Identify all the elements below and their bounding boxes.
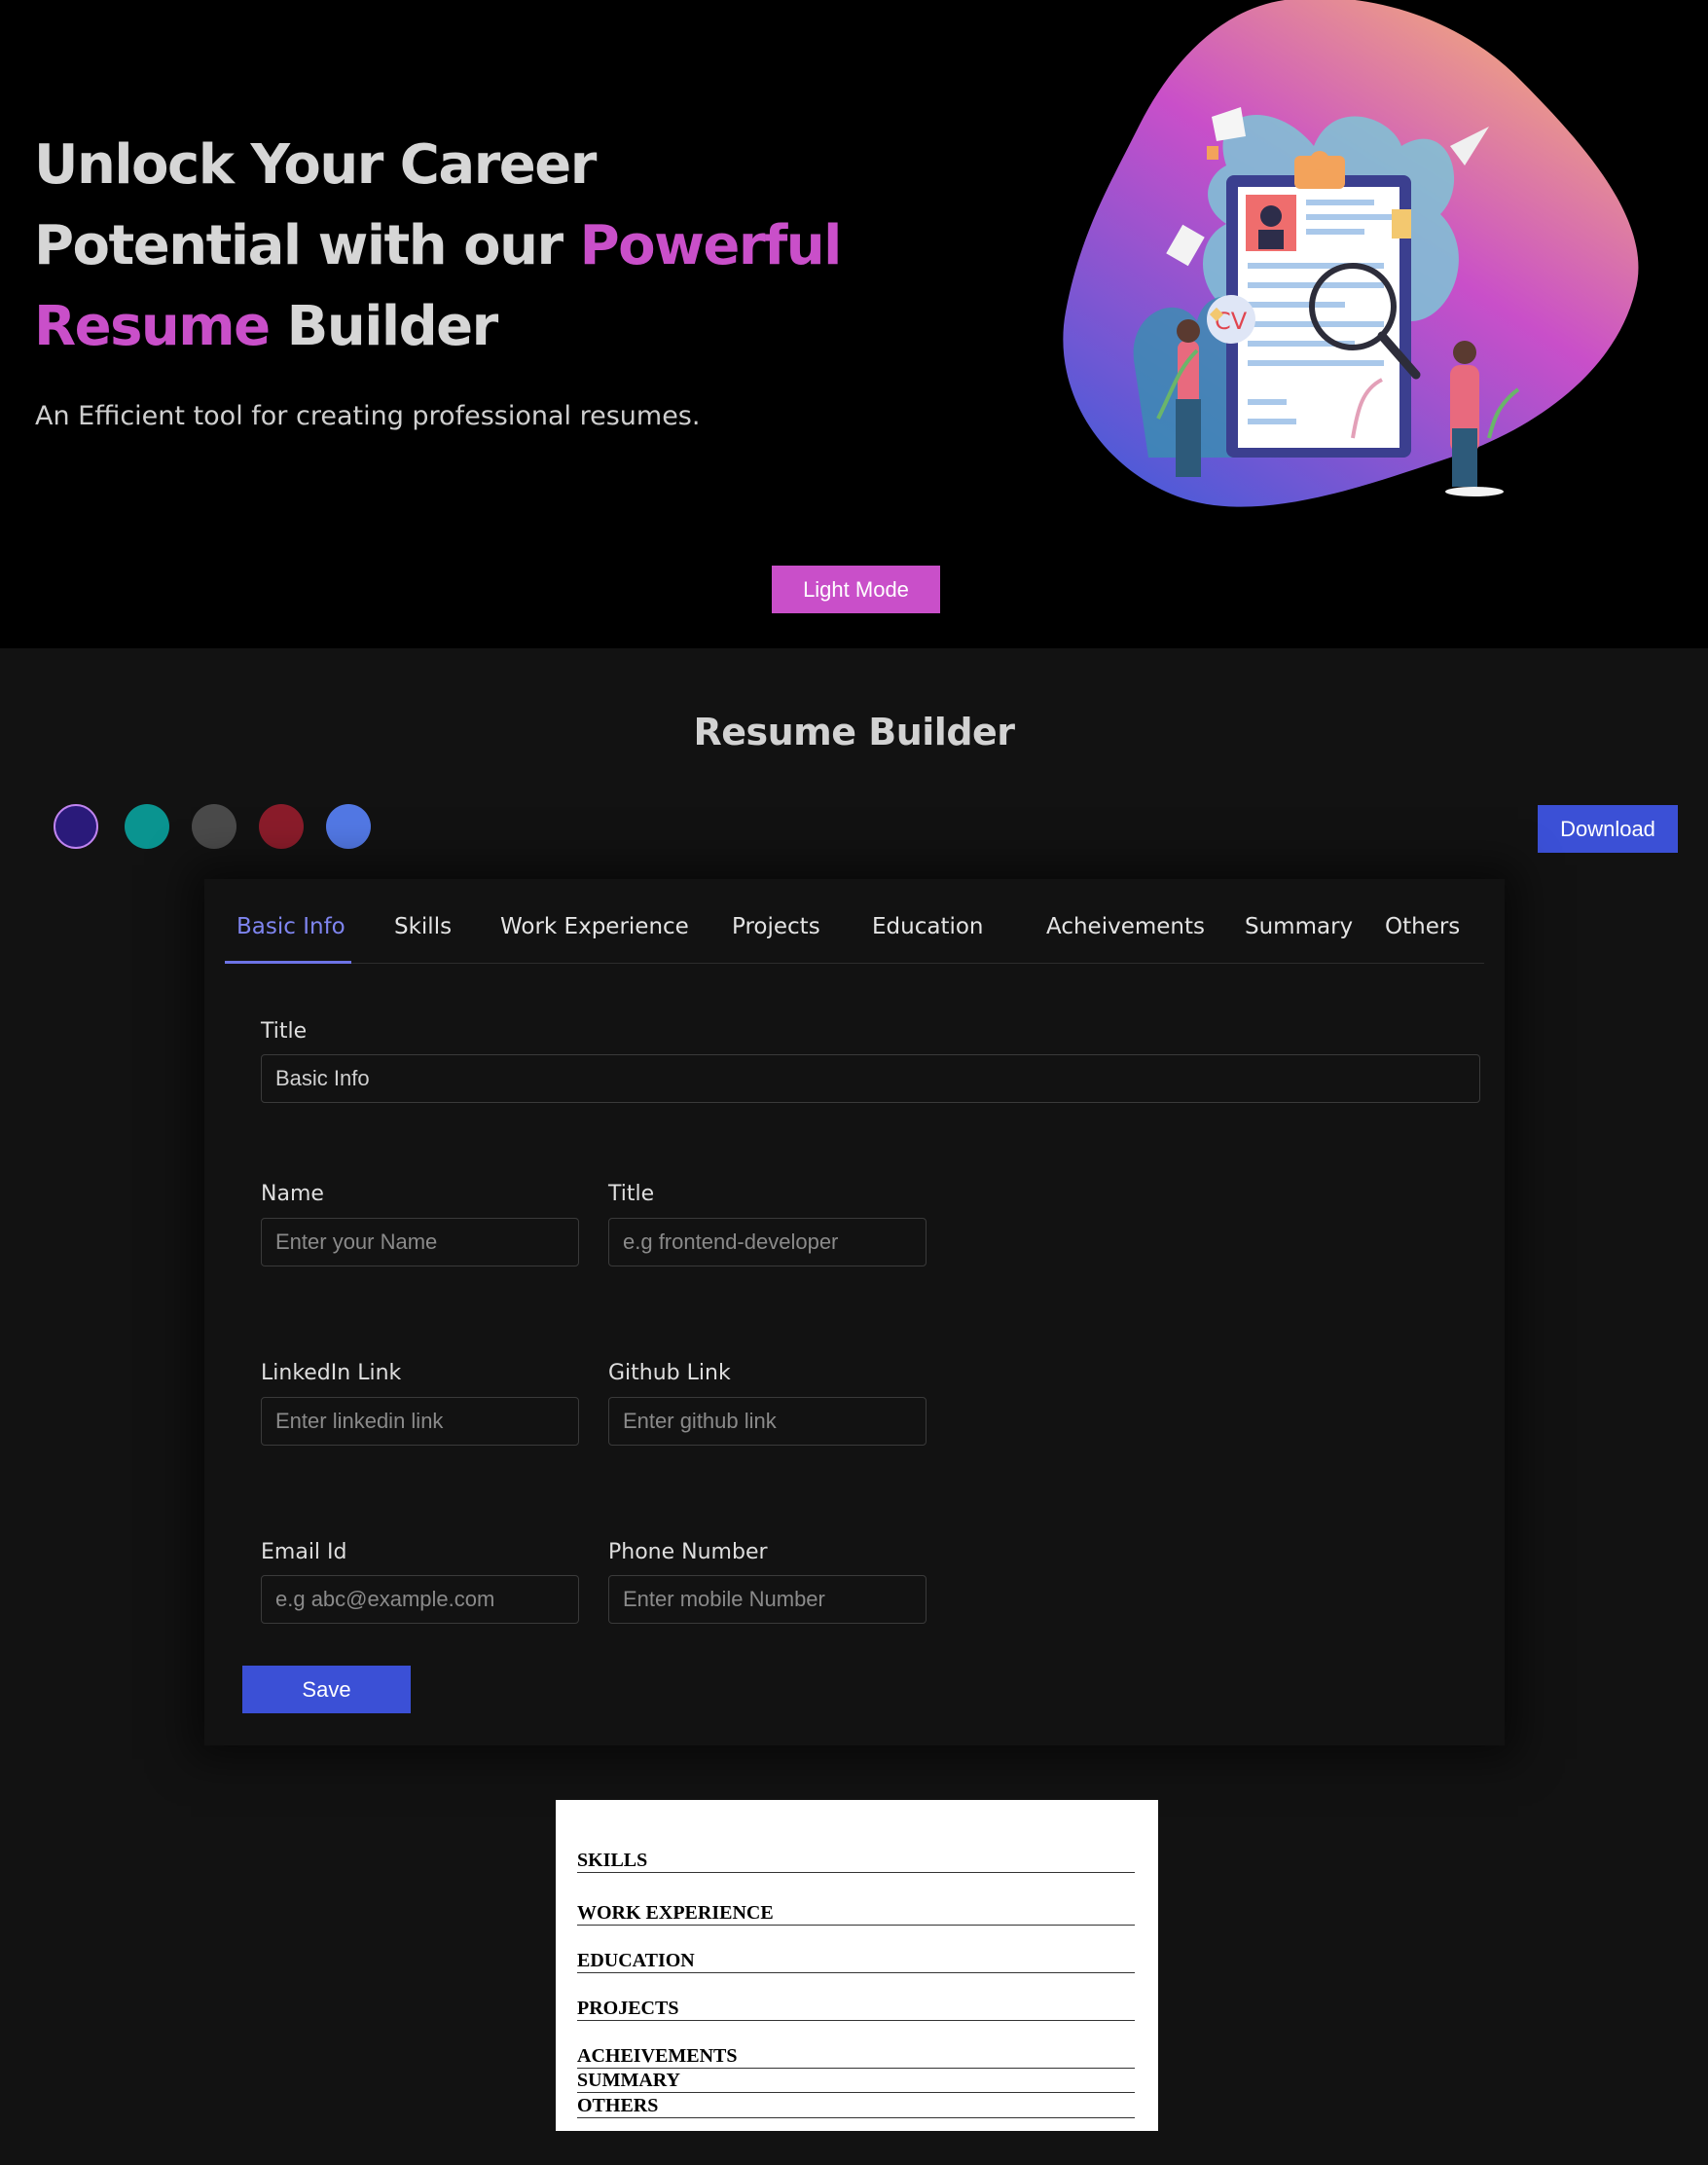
preview-section-work-experience: WORK EXPERIENCE [577, 1902, 1135, 1926]
tab-skills[interactable]: Skills [394, 900, 452, 964]
preview-section-skills: SKILLS [577, 1850, 1135, 1873]
tab-basic-info[interactable]: Basic Info [236, 900, 345, 964]
email-label: Email Id [261, 1540, 347, 1564]
tab-others[interactable]: Others [1385, 900, 1460, 964]
color-swatch-blue[interactable] [326, 804, 371, 849]
builder-title: Resume Builder [693, 711, 1015, 753]
tab-projects[interactable]: Projects [732, 900, 820, 964]
tab-summary[interactable]: Summary [1245, 900, 1353, 964]
linkedin-label: LinkedIn Link [261, 1361, 402, 1385]
color-swatch-gray[interactable] [192, 804, 236, 849]
light-mode-button[interactable]: Light Mode [772, 566, 940, 613]
name-label: Name [261, 1182, 324, 1206]
preview-section-education: EDUCATION [577, 1950, 1135, 1973]
preview-section-projects: PROJECTS [577, 1998, 1135, 2021]
email-input[interactable] [261, 1575, 579, 1624]
tab-education[interactable]: Education [872, 900, 984, 964]
linkedin-input[interactable] [261, 1397, 579, 1446]
section-tabs: Basic Info Skills Work Experience Projec… [225, 900, 1484, 964]
section-title-label: Title [261, 1019, 308, 1044]
tab-work-experience[interactable]: Work Experience [500, 900, 689, 964]
download-button[interactable]: Download [1538, 805, 1678, 853]
phone-label: Phone Number [608, 1540, 768, 1564]
github-label: Github Link [608, 1361, 731, 1385]
preview-section-others: OTHERS [577, 2095, 1135, 2118]
resume-preview: SKILLS WORK EXPERIENCE EDUCATION PROJECT… [556, 1800, 1158, 2131]
color-swatch-purple[interactable] [54, 804, 98, 849]
hero-section: Unlock Your Career Potential with our Po… [0, 0, 1708, 648]
hero-heading-text-end: Builder [269, 295, 499, 358]
editor-card: Basic Info Skills Work Experience Projec… [204, 879, 1505, 1745]
preview-section-summary: SUMMARY [577, 2070, 1135, 2093]
phone-input[interactable] [608, 1575, 927, 1624]
color-swatch-red[interactable] [259, 804, 304, 849]
save-button[interactable]: Save [242, 1666, 411, 1713]
tab-acheivements[interactable]: Acheivements [1046, 900, 1205, 964]
job-title-input[interactable] [608, 1218, 927, 1266]
preview-section-acheivements: ACHEIVEMENTS [577, 2045, 1135, 2069]
color-swatch-teal[interactable] [125, 804, 169, 849]
name-input[interactable] [261, 1218, 579, 1266]
job-title-label: Title [608, 1182, 655, 1206]
active-tab-indicator [225, 961, 351, 964]
hero-heading: Unlock Your Career Potential with our Po… [34, 125, 871, 367]
github-input[interactable] [608, 1397, 927, 1446]
resume-illustration: CV [1063, 0, 1639, 507]
hero-heading-text: Unlock Your Career Potential with our [34, 133, 597, 277]
section-title-input[interactable] [261, 1054, 1480, 1103]
hero-subtitle: An Efficient tool for creating professio… [35, 401, 701, 431]
